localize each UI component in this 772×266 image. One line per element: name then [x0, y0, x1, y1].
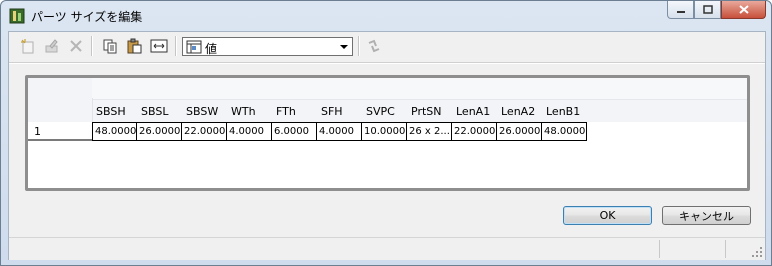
paste-icon	[127, 38, 142, 54]
table-cell[interactable]: 4.0000	[317, 122, 362, 141]
column-header-sbsh[interactable]: SBSH	[96, 105, 126, 118]
chevron-down-icon	[340, 45, 348, 49]
parts-size-grid[interactable]: SBSH SBSL SBSW WTh FTh SFH SVPC PrtSN Le…	[25, 75, 750, 191]
column-header-sbsw[interactable]: SBSW	[186, 105, 218, 118]
column-header-lenb1[interactable]: LenB1	[546, 105, 580, 118]
app-icon	[9, 8, 25, 24]
table-cell[interactable]: 4.0000	[227, 122, 272, 141]
toolbar-separator	[175, 36, 177, 56]
table-icon	[186, 40, 202, 54]
row-header[interactable]: 1	[28, 122, 92, 141]
delete-button[interactable]	[65, 36, 87, 56]
refresh-icon	[368, 39, 380, 53]
grid-header-band	[92, 78, 747, 100]
column-header-sbsl[interactable]: SBSL	[141, 105, 168, 118]
toolbar-divider	[9, 62, 765, 64]
paste-button[interactable]	[123, 36, 145, 56]
table-cell[interactable]: 10.0000	[362, 122, 407, 141]
edit-icon	[45, 39, 58, 53]
status-divider	[725, 240, 726, 258]
status-bar	[9, 237, 765, 260]
cancel-button[interactable]: キャンセル	[662, 206, 751, 225]
resize-grip-icon[interactable]	[752, 247, 763, 258]
fit-width-button[interactable]	[148, 36, 170, 56]
toolbar-separator	[358, 36, 360, 56]
dialog-client-area: 値 SBSH SBSL SBSW WTh FTh SFH SVPC PrtSN …	[8, 31, 766, 260]
maximize-button[interactable]	[694, 1, 721, 19]
column-header-svpc[interactable]: SVPC	[366, 105, 395, 118]
copy-icon	[103, 39, 117, 54]
column-header-sfh[interactable]: SFH	[321, 105, 343, 118]
copy-button[interactable]	[99, 36, 121, 56]
caption-buttons	[667, 1, 766, 19]
column-header-lena2[interactable]: LenA2	[501, 105, 535, 118]
new-row-button[interactable]	[17, 36, 39, 56]
fit-width-icon	[150, 39, 168, 53]
table-cell[interactable]: 48.0000	[92, 122, 137, 141]
dialog-window: パーツ サイズを編集 値 SBSH SBSL SBSW WTh FTh SFH …	[0, 0, 772, 266]
table-cell[interactable]: 26 x 2...	[407, 122, 452, 141]
table-cell[interactable]: 48.0000	[542, 122, 587, 141]
table-cell[interactable]: 22.0000	[182, 122, 227, 141]
window-title: パーツ サイズを編集	[31, 10, 143, 24]
column-header-lena1[interactable]: LenA1	[456, 105, 490, 118]
ok-button[interactable]: OK	[563, 206, 652, 225]
new-icon	[21, 39, 34, 54]
value-mode-selected: 値	[205, 42, 218, 56]
column-header-fth[interactable]: FTh	[276, 105, 296, 118]
column-header-prtsn[interactable]: PrtSN	[411, 105, 442, 118]
status-divider	[659, 240, 660, 258]
close-icon	[738, 5, 749, 14]
edit-row-button[interactable]	[41, 36, 63, 56]
minimize-icon	[676, 10, 685, 13]
delete-icon	[70, 40, 82, 52]
maximize-icon	[702, 5, 713, 14]
close-button[interactable]	[721, 1, 766, 19]
toolbar-separator	[91, 36, 93, 56]
value-mode-select[interactable]: 値	[182, 37, 353, 56]
column-header-wth[interactable]: WTh	[231, 105, 256, 118]
table-cell[interactable]: 22.0000	[452, 122, 497, 141]
row-number: 1	[34, 125, 41, 138]
refresh-button[interactable]	[363, 36, 385, 56]
table-cell[interactable]: 6.0000	[272, 122, 317, 141]
table-cell[interactable]: 26.0000	[137, 122, 182, 141]
column-divider	[92, 98, 93, 122]
table-cell[interactable]: 26.0000	[497, 122, 542, 141]
toolbar: 値	[9, 32, 765, 60]
title-bar[interactable]: パーツ サイズを編集	[1, 1, 771, 31]
minimize-button[interactable]	[667, 1, 694, 19]
